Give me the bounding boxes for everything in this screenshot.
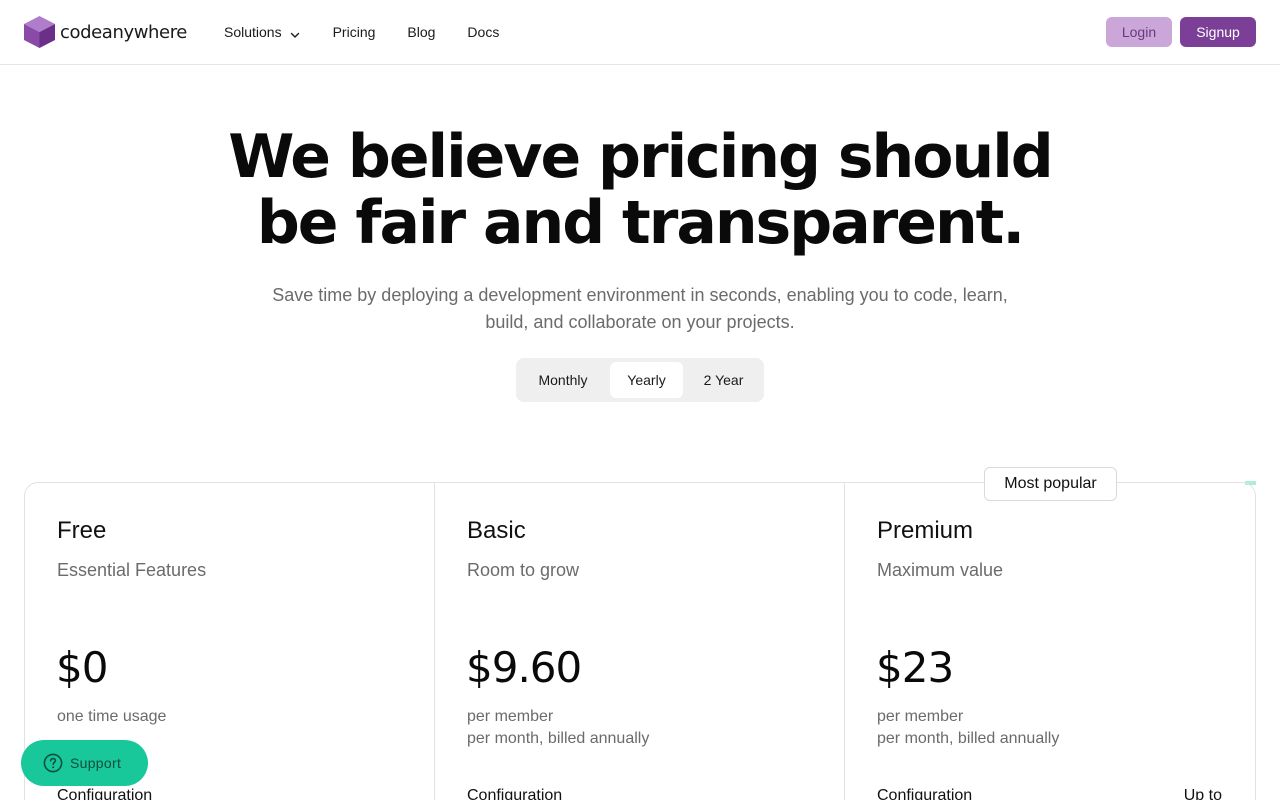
plan-feature-label: Configuration: [467, 787, 563, 800]
billing-option-2-year[interactable]: 2 Year: [687, 362, 760, 398]
nav-docs[interactable]: Docs: [467, 24, 499, 40]
nav-solutions-label: Solutions: [224, 24, 282, 40]
billing-option-yearly[interactable]: Yearly: [610, 362, 683, 398]
most-popular-badge: Most popular: [984, 467, 1117, 501]
plan-price: $0: [56, 643, 108, 692]
plan-feature-label: Configuration: [877, 787, 973, 800]
signup-button[interactable]: Signup: [1180, 17, 1256, 47]
plan-feature-row: Configuration Up to: [877, 787, 1222, 800]
plan-tagline: Essential Features: [57, 560, 207, 580]
page-title-line-1: We believe pricing should: [228, 122, 1053, 192]
plan-unit: per member per month, billed annually: [877, 706, 1059, 750]
plan-unit: per member per month, billed annually: [467, 706, 649, 750]
question-circle-icon: [43, 753, 63, 773]
page-title-line-2: be fair and transparent.: [256, 188, 1025, 258]
billing-period-toggle: Monthly Yearly 2 Year: [516, 358, 764, 402]
page-subtitle: Save time by deploying a development env…: [272, 285, 1008, 332]
plan-unit-line-1: per member: [877, 708, 964, 725]
login-button[interactable]: Login: [1106, 17, 1172, 47]
plan-tagline: Maximum value: [877, 560, 1004, 580]
support-button[interactable]: Support: [21, 740, 148, 786]
nav-blog[interactable]: Blog: [407, 24, 435, 40]
cube-logo-icon: [24, 16, 55, 48]
plan-tagline: Room to grow: [467, 560, 580, 580]
site-header: codeanywhere Solutions Pricing Blog Docs…: [0, 0, 1280, 65]
plan-price: $23: [876, 643, 954, 692]
plan-unit-line-1: one time usage: [57, 708, 167, 725]
page-title: We believe pricing should be fair and tr…: [0, 124, 1280, 256]
plan-feature-row: Configuration: [467, 787, 812, 800]
plan-feature-row: Configuration: [57, 787, 402, 800]
brand-logo[interactable]: codeanywhere: [24, 16, 187, 48]
plan-name: Premium: [877, 517, 974, 544]
plan-feature-label: Configuration: [57, 787, 153, 800]
support-label: Support: [70, 755, 122, 771]
billing-option-monthly[interactable]: Monthly: [520, 362, 606, 398]
plan-card-basic: Basic Room to grow $9.60 per member per …: [435, 483, 845, 800]
brand-name: codeanywhere: [60, 21, 187, 43]
plan-feature-value: Up to: [1183, 787, 1222, 800]
plan-unit-line-2: per month, billed annually: [877, 730, 1060, 747]
plan-unit: one time usage: [57, 706, 166, 728]
plan-price: $9.60: [466, 643, 582, 692]
chevron-down-icon: [290, 27, 300, 38]
nav-pricing[interactable]: Pricing: [333, 24, 376, 40]
plan-card-premium: Premium Maximum value $23 per member per…: [845, 483, 1255, 800]
plan-unit-line-2: per month, billed annually: [467, 730, 650, 747]
plan-name: Basic: [467, 517, 526, 544]
main-nav: Solutions Pricing Blog Docs: [224, 0, 499, 64]
plan-unit-line-1: per member: [467, 708, 554, 725]
pricing-cards: Free Essential Features $0 one time usag…: [24, 482, 1256, 800]
nav-solutions[interactable]: Solutions: [224, 24, 300, 40]
plan-name: Free: [57, 517, 107, 544]
